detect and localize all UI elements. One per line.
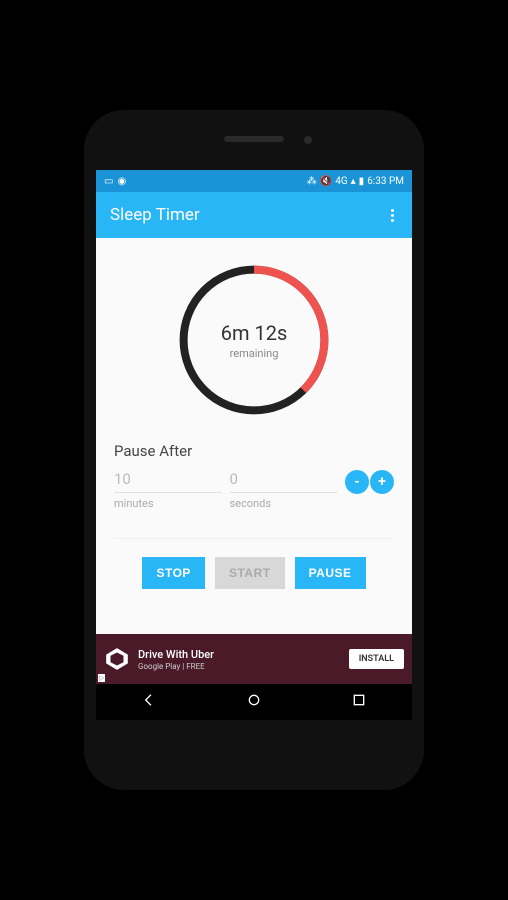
app-bar: Sleep Timer bbox=[96, 192, 412, 238]
ad-title: Drive With Uber bbox=[138, 648, 349, 661]
app-title: Sleep Timer bbox=[110, 205, 387, 225]
notification-icon: ▭ bbox=[104, 176, 113, 187]
navigation-bar bbox=[96, 684, 412, 720]
stop-button[interactable]: STOP bbox=[142, 557, 204, 589]
action-buttons: STOP START PAUSE bbox=[114, 538, 394, 589]
signal-icon: ▴ bbox=[351, 176, 356, 187]
seconds-label: seconds bbox=[230, 497, 338, 510]
battery-icon: ▮ bbox=[359, 176, 365, 187]
content: 6m 12s remaining Pause After 10 minutes … bbox=[96, 238, 412, 634]
uber-icon bbox=[104, 646, 130, 672]
clock: 6:33 PM bbox=[367, 176, 404, 187]
start-button: START bbox=[215, 557, 285, 589]
back-button[interactable] bbox=[141, 692, 157, 712]
network-icon: 4G bbox=[335, 176, 347, 187]
minutes-label: minutes bbox=[114, 497, 222, 510]
phone-frame: ▭ ◉ ⁂ 🔇 4G ▴ ▮ 6:33 PM Sleep Timer 6m 12… bbox=[84, 110, 424, 790]
timer-ring: 6m 12s remaining bbox=[174, 260, 334, 420]
spotify-icon: ◉ bbox=[117, 176, 126, 187]
bluetooth-icon: ⁂ bbox=[307, 176, 317, 187]
mute-icon: 🔇 bbox=[320, 176, 332, 187]
install-button[interactable]: INSTALL bbox=[349, 649, 404, 669]
ad-banner[interactable]: ▷ Drive With Uber Google Play | FREE INS… bbox=[96, 634, 412, 684]
remaining-label: remaining bbox=[230, 347, 279, 360]
time-remaining: 6m 12s bbox=[221, 321, 288, 345]
ad-subtitle: Google Play | FREE bbox=[138, 662, 349, 671]
seconds-input[interactable]: 0 bbox=[230, 470, 338, 493]
screen: ▭ ◉ ⁂ 🔇 4G ▴ ▮ 6:33 PM Sleep Timer 6m 12… bbox=[96, 170, 412, 720]
recents-button[interactable] bbox=[351, 692, 367, 712]
pause-after-label: Pause After bbox=[114, 442, 394, 460]
pause-after-section: Pause After 10 minutes 0 seconds - + bbox=[114, 442, 394, 510]
overflow-menu-icon[interactable] bbox=[387, 205, 398, 226]
minus-button[interactable]: - bbox=[345, 470, 369, 494]
home-button[interactable] bbox=[246, 692, 262, 712]
status-bar: ▭ ◉ ⁂ 🔇 4G ▴ ▮ 6:33 PM bbox=[96, 170, 412, 192]
ad-badge-icon: ▷ bbox=[98, 674, 105, 682]
minutes-input[interactable]: 10 bbox=[114, 470, 222, 493]
plus-button[interactable]: + bbox=[370, 470, 394, 494]
pause-button[interactable]: PAUSE bbox=[295, 557, 366, 589]
